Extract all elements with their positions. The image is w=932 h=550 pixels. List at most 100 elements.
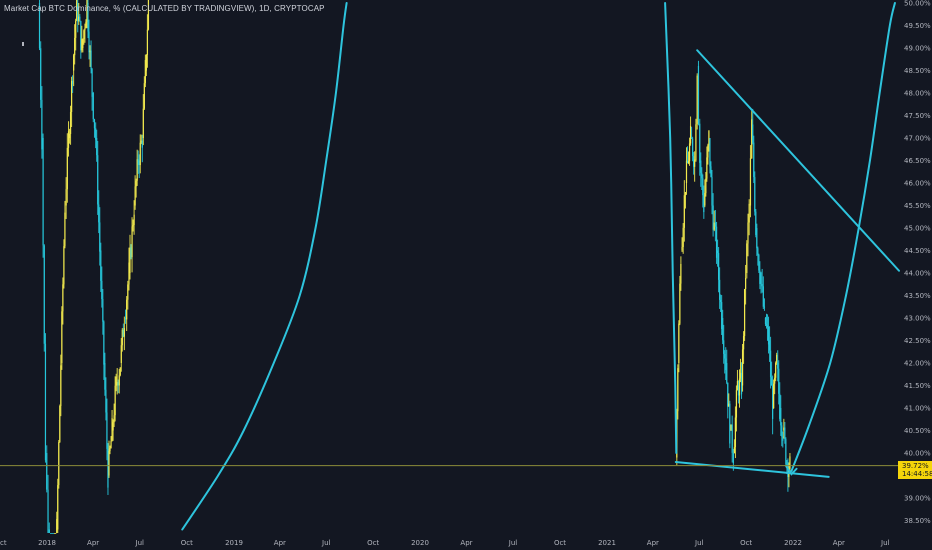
candle-body	[82, 39, 84, 48]
candle-body	[752, 124, 754, 143]
y-tick-label: 40.50%	[904, 427, 931, 435]
y-tick-label: 45.00%	[904, 225, 931, 233]
chart-canvas[interactable]: 50.00% 49.50% 49.00% 48.50% 48.00% 47.50% 47.0…	[0, 0, 932, 550]
y-tick-label: 45.50%	[904, 202, 931, 210]
candle-body	[780, 408, 782, 426]
candle-body	[81, 39, 83, 51]
candle-body	[769, 350, 772, 378]
candle-body	[93, 119, 96, 129]
y-tick-label: 50.00%	[904, 0, 931, 8]
candle-body	[112, 422, 114, 431]
trendline-left-arc	[181, 2, 348, 531]
candle-body	[131, 226, 133, 258]
candle-body	[96, 138, 98, 156]
y-tick-label: 38.50%	[904, 517, 931, 525]
candle-body	[72, 80, 74, 84]
chart-title: Market Cap BTC Dominance, % (CALCULATED …	[4, 4, 325, 13]
candle-body	[88, 31, 90, 53]
candle-body	[777, 363, 779, 369]
candle-body	[140, 140, 142, 143]
candle-body	[719, 279, 721, 300]
candle-body	[68, 133, 71, 138]
y-tick-label: 41.50%	[904, 382, 931, 390]
candle-body	[679, 283, 681, 324]
candle-body	[789, 456, 791, 469]
candle-body	[745, 278, 747, 289]
x-tick-label: 2018	[38, 539, 56, 547]
candle-body	[678, 323, 680, 363]
candle-body	[123, 328, 125, 337]
x-tick-label: Apr	[647, 539, 659, 547]
candle-body	[113, 415, 115, 423]
candle-body	[749, 158, 752, 206]
candle-body	[63, 246, 65, 285]
x-tick-label: Jul	[508, 539, 518, 547]
candle-body	[765, 324, 768, 326]
candle-body	[694, 159, 696, 167]
y-tick-label: 42.00%	[904, 360, 931, 368]
candle-body	[756, 228, 758, 249]
candle-body	[688, 143, 691, 162]
candle-body	[748, 203, 750, 223]
candle-body	[143, 83, 145, 109]
candle-body	[67, 131, 70, 148]
candle-body	[760, 273, 762, 284]
candle-body	[705, 178, 707, 194]
trendline-right-arc	[790, 2, 896, 472]
candle-body	[137, 159, 139, 165]
candle-body	[757, 248, 759, 255]
candle-body	[677, 368, 679, 412]
candle-body	[775, 362, 777, 378]
candle-body	[711, 176, 713, 206]
candle-body	[730, 424, 732, 431]
candle-body	[119, 367, 121, 376]
chart-area[interactable]: 50.00% 49.50% 49.00% 48.50% 48.00% 47.50% 47.0…	[0, 0, 932, 550]
candle-body	[126, 299, 128, 320]
candle-body	[733, 447, 735, 453]
y-tick-label: 40.00%	[904, 450, 931, 458]
candle-body	[62, 284, 64, 312]
bar-countdown: 14:44:58	[902, 469, 932, 478]
candle-body	[689, 125, 692, 144]
candle-body	[43, 245, 45, 344]
candle-body	[746, 243, 748, 273]
trendline-lower-trendline	[674, 461, 830, 478]
candle-body	[715, 226, 718, 258]
last-price-value: 39.72%	[902, 461, 929, 470]
candle-body	[122, 329, 124, 337]
candle-body	[117, 382, 119, 386]
candle-body	[682, 227, 684, 248]
candle-body	[59, 405, 61, 443]
candle-body	[696, 75, 698, 125]
trendline-left-edge-arc	[664, 2, 678, 454]
candle-body	[773, 383, 775, 408]
candle-body	[706, 157, 708, 179]
x-tick-label: Apr	[274, 539, 286, 547]
candle-body	[716, 250, 719, 254]
candle-body	[78, 16, 80, 22]
candle-body	[743, 288, 746, 337]
candle-body	[97, 155, 99, 205]
candle-body	[681, 247, 683, 251]
candle-body	[138, 160, 140, 166]
y-tick-label: 48.50%	[904, 67, 931, 75]
candle-body	[723, 340, 725, 354]
candle-body	[731, 424, 733, 453]
y-tick-label: 47.50%	[904, 112, 931, 120]
candle-body	[80, 21, 82, 51]
candle-body	[764, 318, 767, 325]
last-price-tag: 39.72% 14:44:58	[898, 460, 932, 479]
y-tick-label: 46.00%	[904, 180, 931, 188]
y-tick-label: 43.00%	[904, 315, 931, 323]
candle-body	[48, 529, 50, 533]
candle-body	[75, 20, 77, 38]
candle-body	[784, 427, 786, 440]
candle-body	[136, 159, 138, 181]
candle-body	[104, 363, 106, 390]
candle-body	[758, 254, 760, 271]
candle-body	[785, 439, 787, 465]
x-tick-label: Jul	[880, 539, 890, 547]
candle-body	[129, 247, 131, 273]
candle-body	[781, 425, 783, 437]
candle-body	[763, 306, 766, 308]
